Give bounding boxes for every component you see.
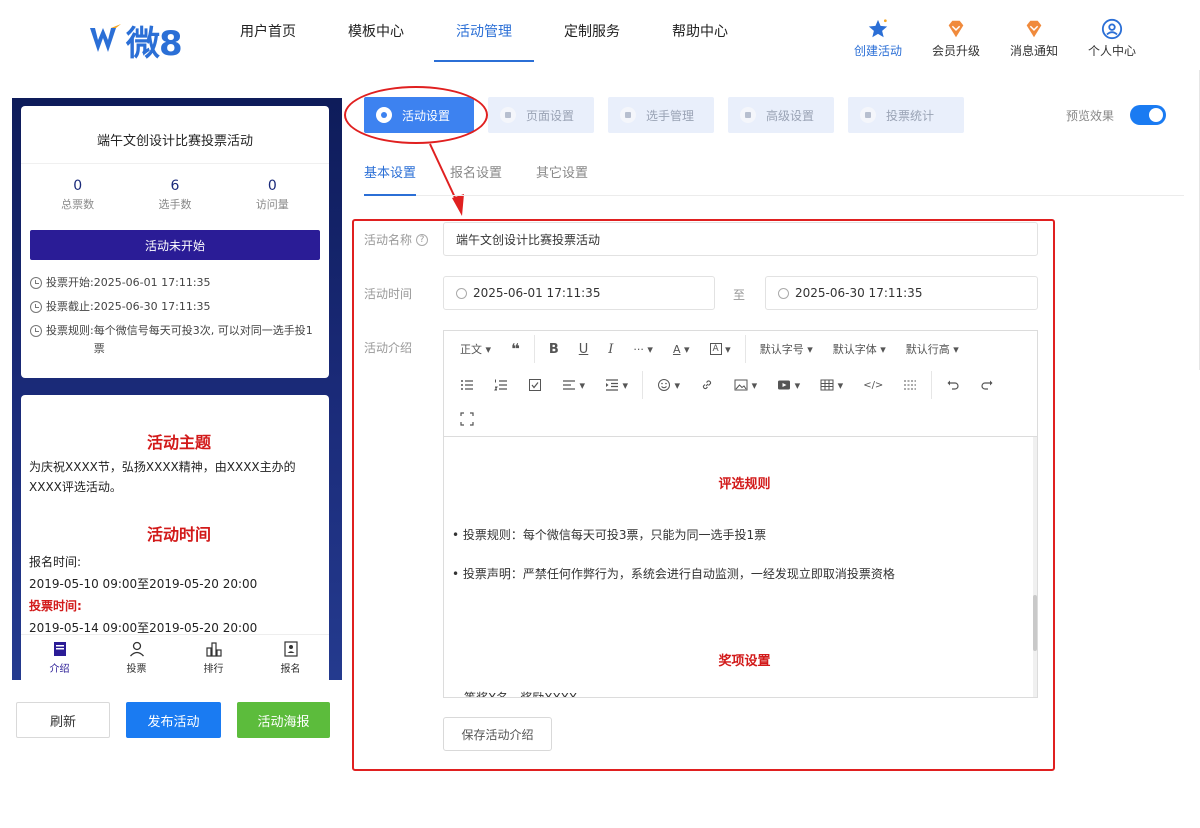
info-value: 2025-06-01 17:11:35: [93, 276, 211, 289]
user-center-button[interactable]: 个人中心: [1084, 18, 1140, 59]
stat-total-votes: 0 总票数: [38, 178, 118, 226]
tab-signup[interactable]: 报名: [261, 635, 321, 680]
activity-poster-button[interactable]: 活动海报: [237, 702, 330, 738]
stat-label: 总票数: [61, 198, 95, 211]
logo-w-icon: [90, 24, 121, 52]
stat-value: 0: [267, 178, 277, 194]
publish-activity-button[interactable]: 发布活动: [126, 702, 221, 738]
info-key: 投票开始:: [46, 276, 94, 289]
stat-contestants: 6 选手数: [135, 178, 215, 226]
preview-toggle-label: 预览效果: [1066, 108, 1115, 123]
vote-range: 2019-05-14 09:00至2019-05-20 20:00: [29, 621, 258, 635]
stat-value: 0: [73, 178, 83, 194]
refresh-button[interactable]: 刷新: [16, 702, 110, 738]
mobile-preview: 端午文创设计比赛投票活动 0 总票数 6 选手数 0 访问量 活动未开始 投票开…: [12, 98, 342, 680]
vip-diamond-icon: [948, 20, 964, 38]
stat-label: 访问量: [255, 198, 289, 211]
stats-row: 0 总票数 6 选手数 0 访问量: [21, 164, 329, 226]
signup-label: 报名时间:: [29, 555, 82, 569]
tab-vote[interactable]: 投票: [107, 635, 167, 680]
subtab-basic[interactable]: 基本设置: [364, 150, 417, 196]
nav-item-activity-management[interactable]: 活动管理: [434, 0, 534, 62]
subtab-other[interactable]: 其它设置: [536, 150, 588, 195]
info-vote-end: 投票截止: 2025-06-30 17:11:35: [30, 298, 320, 316]
sliders-icon: [740, 107, 756, 123]
tab-advanced-settings[interactable]: 高级设置: [728, 97, 834, 133]
chart-icon: [860, 107, 876, 123]
tab-label: 投票: [126, 664, 147, 675]
star-icon: [868, 19, 888, 38]
nav-item-home[interactable]: 用户首页: [218, 0, 318, 62]
vip-upgrade-label: 会员升级: [931, 44, 980, 58]
activity-intro-card: 活动主题 为庆祝XXXX节，弘扬XXXX精神，由XXXX主办的XXXX评选活动。…: [21, 395, 329, 635]
person-icon: [129, 641, 144, 657]
tab-label: 投票统计: [886, 108, 935, 123]
stat-value: 6: [170, 178, 180, 194]
annotation-ellipse: [344, 86, 488, 144]
main-nav: 用户首页 模板中心 活动管理 定制服务 帮助中心: [218, 0, 758, 62]
subtab-signup[interactable]: 报名设置: [450, 150, 502, 195]
signup-range: 2019-05-10 09:00至2019-05-20 20:00: [29, 577, 258, 591]
nav-item-custom-service[interactable]: 定制服务: [542, 0, 642, 62]
activity-summary-card: 端午文创设计比赛投票活动 0 总票数 6 选手数 0 访问量 活动未开始 投票开…: [21, 106, 329, 378]
notifications-label: 消息通知: [1009, 44, 1058, 58]
theme-heading: 活动主题: [146, 433, 211, 452]
user-circle-icon: [1101, 18, 1123, 40]
sub-tabs: 基本设置 报名设置 其它设置: [364, 150, 1184, 196]
clock-icon: [30, 301, 42, 313]
stat-visits: 0 访问量: [232, 178, 312, 226]
nav-item-help[interactable]: 帮助中心: [650, 0, 750, 62]
user-center-label: 个人中心: [1087, 44, 1136, 58]
vote-label: 投票时间:: [29, 599, 82, 613]
tab-label: 高级设置: [766, 108, 815, 123]
id-card-icon: [283, 641, 298, 657]
page-icon: [500, 107, 516, 123]
clock-icon: [30, 277, 42, 289]
info-key: 投票截止:: [46, 300, 94, 313]
tab-ranking[interactable]: 排行: [184, 635, 244, 680]
tab-label: 报名: [280, 664, 301, 675]
doc-icon: [53, 642, 66, 656]
notifications-button[interactable]: 消息通知: [1006, 18, 1062, 59]
create-activity-button[interactable]: 创建活动: [850, 18, 906, 59]
tab-label: 介绍: [49, 664, 70, 675]
top-navbar: 微8 用户首页 模板中心 活动管理 定制服务 帮助中心 创建活动 会员升级 消息…: [0, 0, 1200, 80]
annotation-box: [352, 219, 1055, 771]
logo[interactable]: 微8: [88, 18, 183, 64]
info-icon: [30, 325, 42, 337]
vip-upgrade-button[interactable]: 会员升级: [928, 18, 984, 59]
tab-label: 排行: [203, 664, 224, 675]
tab-vote-statistics[interactable]: 投票统计: [848, 97, 964, 133]
info-value: 每个微信号每天可投3次, 可以对同一选手投1票: [93, 324, 313, 355]
person-icon: [620, 107, 636, 123]
preview-actions: 刷新 发布活动 活动海报: [16, 702, 330, 738]
preview-tabbar: 介绍 投票 排行 报名: [21, 634, 329, 680]
status-badge: 活动未开始: [30, 230, 320, 260]
create-activity-label: 创建活动: [853, 44, 902, 58]
stat-label: 选手数: [158, 198, 192, 211]
preview-title: 端午文创设计比赛投票活动: [21, 106, 329, 164]
tab-label: 页面设置: [526, 108, 575, 123]
tab-contestant-management[interactable]: 选手管理: [608, 97, 714, 133]
info-vote-start: 投票开始: 2025-06-01 17:11:35: [30, 274, 320, 292]
tab-label: 选手管理: [646, 108, 695, 123]
preview-toggle-switch[interactable]: [1130, 105, 1167, 125]
theme-text: 为庆祝XXXX节，弘扬XXXX精神，由XXXX主办的XXXX评选活动。: [29, 460, 296, 494]
info-vote-rule: 投票规则: 每个微信号每天可投3次, 可以对同一选手投1票: [30, 322, 320, 358]
info-value: 2025-06-30 17:11:35: [93, 300, 211, 313]
logo-text: 微8: [126, 23, 183, 64]
tab-page-settings[interactable]: 页面设置: [488, 97, 594, 133]
info-key: 投票规则:: [46, 324, 94, 337]
tab-intro[interactable]: 介绍: [30, 635, 90, 680]
preview-toggle-group: 预览效果: [1066, 105, 1167, 125]
time-heading: 活动时间: [146, 525, 211, 544]
top-actions: 创建活动 会员升级 消息通知 个人中心: [850, 18, 1140, 59]
bell-diamond-icon: [1026, 20, 1042, 38]
nav-item-templates[interactable]: 模板中心: [326, 0, 426, 62]
bar-rank-icon: [205, 642, 222, 657]
